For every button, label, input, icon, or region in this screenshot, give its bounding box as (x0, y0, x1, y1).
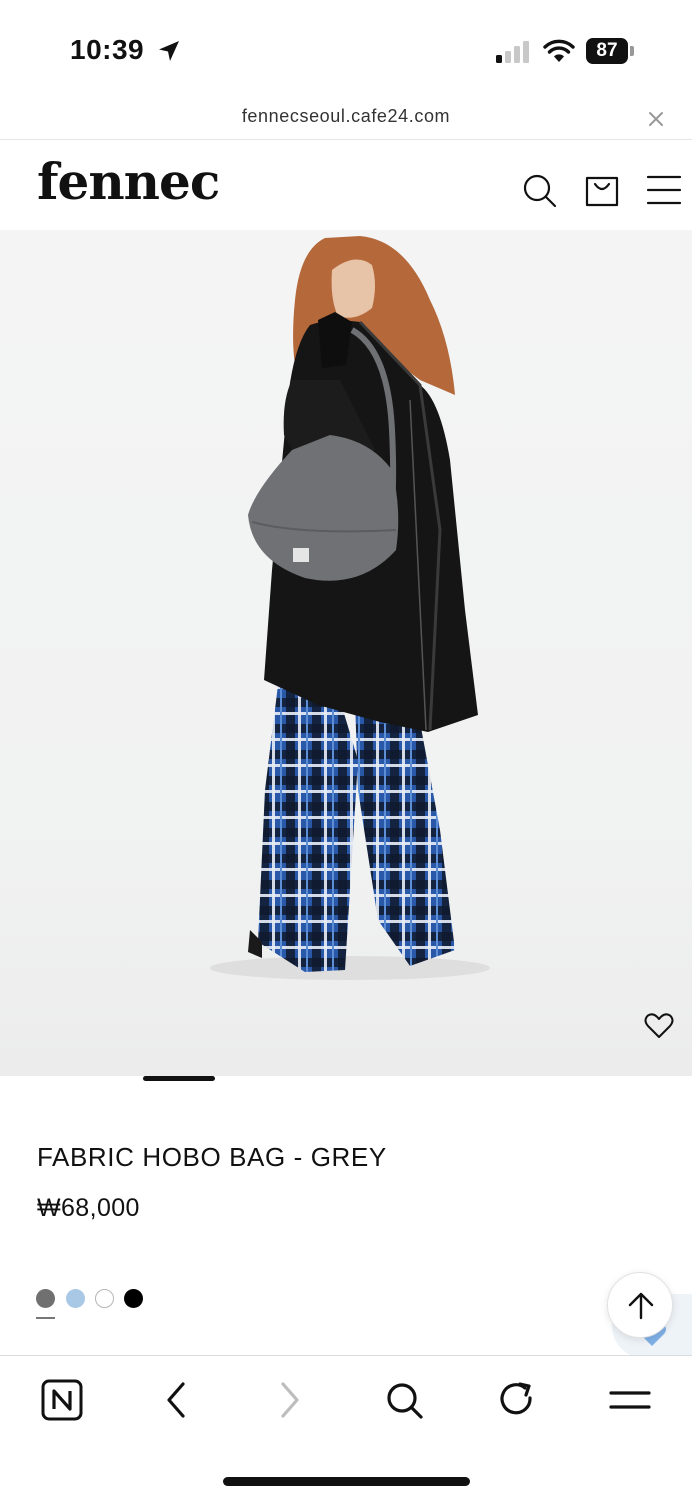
brand-logo[interactable]: fennec (37, 152, 220, 211)
back-icon[interactable] (154, 1378, 198, 1422)
search-icon[interactable] (521, 172, 557, 208)
heart-icon[interactable] (644, 1012, 674, 1040)
carousel-indicator (143, 1076, 215, 1081)
browser-toolbar (0, 1355, 692, 1500)
wifi-icon (543, 39, 575, 62)
model-photo (210, 236, 490, 980)
swatch-black[interactable] (124, 1289, 143, 1308)
swatch-grey[interactable] (36, 1289, 55, 1308)
product-price: ₩68,000 (37, 1194, 140, 1222)
reload-icon[interactable] (495, 1378, 539, 1422)
cellular-signal-icon (496, 41, 529, 63)
scroll-top-button[interactable] (607, 1272, 673, 1338)
forward-icon (281, 1382, 299, 1418)
menu-icon[interactable] (608, 1378, 652, 1422)
battery-level: 87 (586, 38, 628, 64)
selected-swatch-underline (36, 1317, 55, 1319)
home-indicator (223, 1477, 470, 1486)
swatch-white[interactable] (95, 1289, 114, 1308)
site-header: fennec (0, 140, 692, 230)
battery-cap (630, 46, 634, 56)
battery-icon: 87 (586, 38, 634, 64)
status-time: 10:39 (70, 34, 145, 65)
browser-url-bar[interactable]: fennecseoul.cafe24.com (0, 100, 692, 140)
location-arrow-icon (159, 41, 179, 61)
menu-icon[interactable] (646, 172, 682, 208)
status-bar: 10:39 87 (0, 0, 692, 100)
product-name: FABRIC HOBO BAG - GREY (37, 1142, 387, 1172)
product-image[interactable] (0, 230, 692, 1076)
naver-home-icon[interactable] (40, 1378, 84, 1422)
close-icon[interactable] (645, 108, 667, 130)
url-text[interactable]: fennecseoul.cafe24.com (0, 106, 692, 127)
color-swatches (36, 1289, 156, 1321)
shopping-bag-icon[interactable] (584, 172, 620, 208)
arrow-up-icon (628, 1292, 654, 1320)
swatch-light-blue[interactable] (66, 1289, 85, 1308)
search-icon[interactable] (382, 1378, 426, 1422)
